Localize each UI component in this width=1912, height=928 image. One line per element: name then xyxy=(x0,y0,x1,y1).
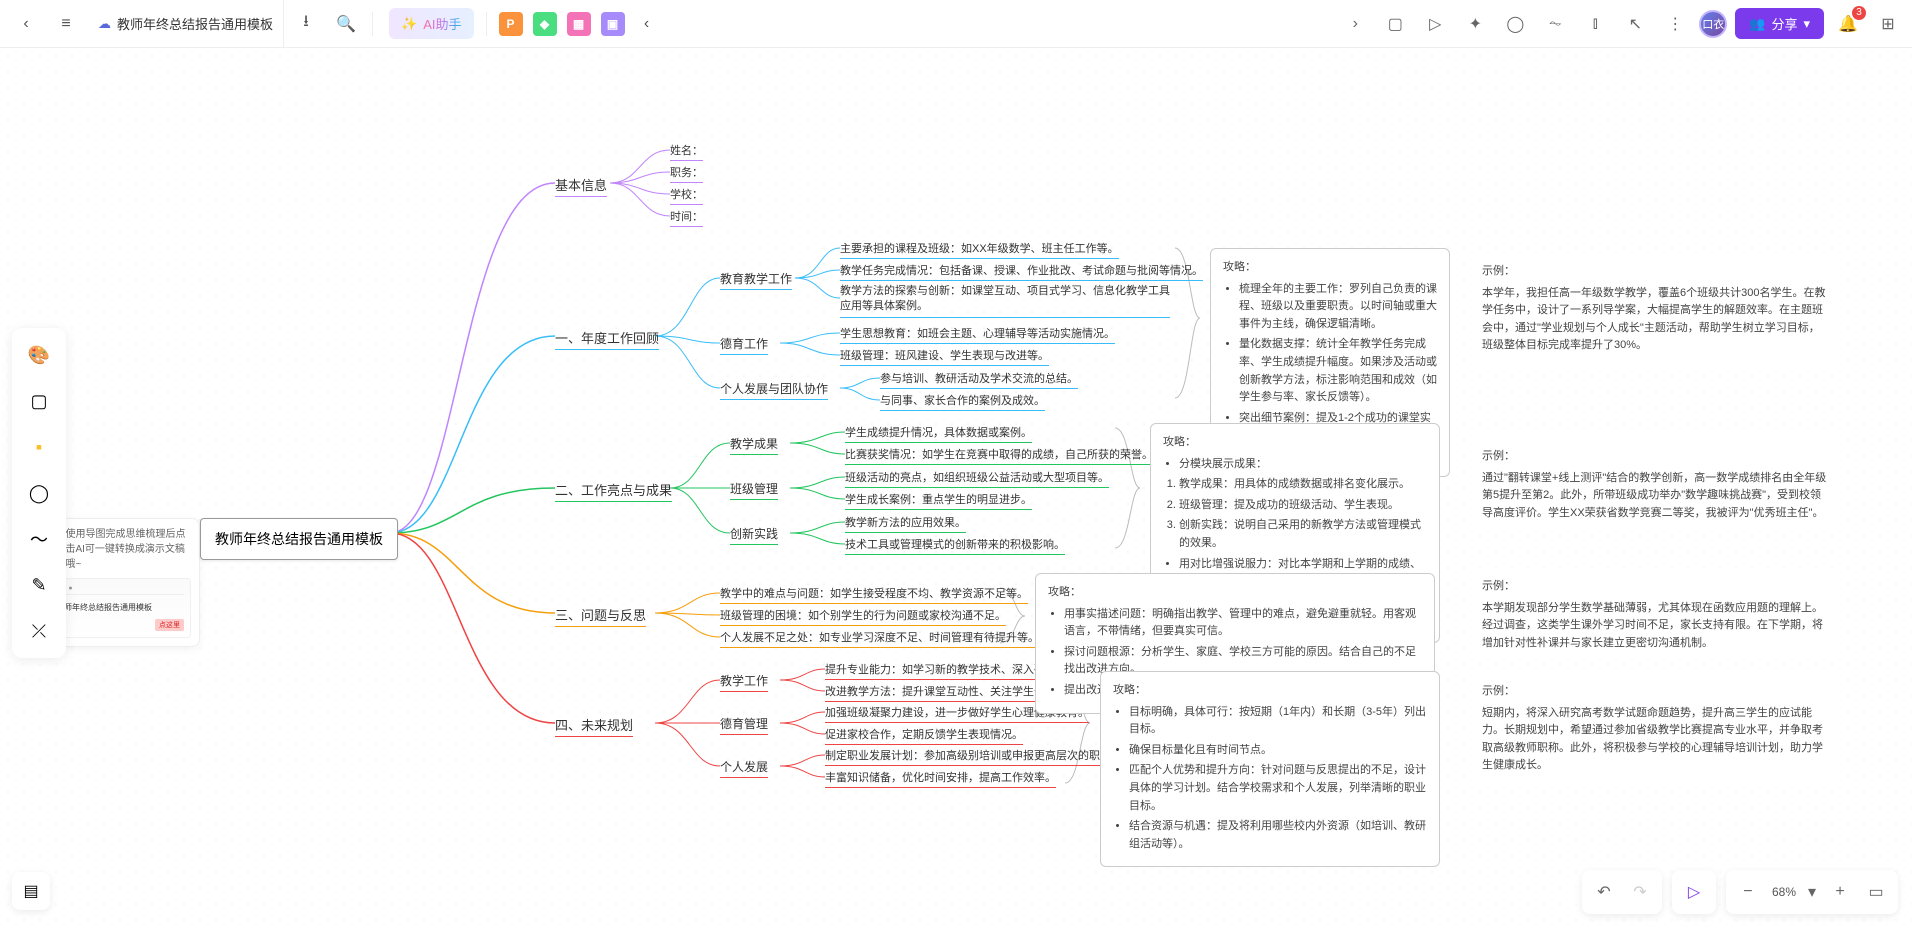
download-button[interactable]: ⭳ xyxy=(288,6,324,42)
notif-badge: 3 xyxy=(1852,6,1866,20)
sub-personal-dev[interactable]: 个人发展与团队协作 xyxy=(720,380,828,400)
leaf[interactable]: 班级管理的困境：如个别学生的行为问题或家校沟通不足。 xyxy=(720,607,1006,626)
sub-self-dev[interactable]: 个人发展 xyxy=(720,758,768,778)
note-example-4[interactable]: 示例： 短期内，将深入研究高考数学试题命题趋势，提升高三学生的应试能力。长期规划… xyxy=(1470,673,1840,785)
leaf[interactable]: 制定职业发展计划：参加高级别培训或申报更高层次的职称。 xyxy=(825,747,1122,766)
leaf[interactable]: 职务： xyxy=(670,164,703,183)
line-icon[interactable]: ⏦ xyxy=(1539,8,1571,40)
chevron-down-icon: ▾ xyxy=(1803,16,1810,32)
ai-assistant-button[interactable]: ✨ AI助手 xyxy=(389,8,473,39)
leaf[interactable]: 比赛获奖情况：如学生在竞赛中取得的成绩，自己所获的荣誉。 xyxy=(845,446,1153,465)
pen-tool-icon[interactable]: 〜 xyxy=(20,520,58,558)
leaf[interactable]: 促进家校合作，定期反馈学生表现情况。 xyxy=(825,726,1023,745)
branch-future[interactable]: 四、未来规划 xyxy=(555,715,633,737)
redo-button[interactable]: ↷ xyxy=(1622,874,1658,910)
zoom-level[interactable]: 68% xyxy=(1766,885,1802,899)
zoom-out-button[interactable]: − xyxy=(1730,874,1766,910)
zoom-in-button[interactable]: + xyxy=(1822,874,1858,910)
branch-basic-info[interactable]: 基本信息 xyxy=(555,175,607,197)
ai-tool-icon[interactable]: 🎨 xyxy=(20,336,58,374)
box-icon[interactable]: ▢ xyxy=(1379,8,1411,40)
branch-problems[interactable]: 三、问题与反思 xyxy=(555,605,646,627)
sparkle-icon: ✨ xyxy=(401,16,417,32)
back-button[interactable]: ‹ xyxy=(8,6,44,42)
leaf[interactable]: 姓名： xyxy=(670,142,703,161)
sub-teach-results[interactable]: 教学成果 xyxy=(730,435,778,455)
sticky-tool-icon[interactable]: ▪ xyxy=(20,428,58,466)
leaf[interactable]: 与同事、家长合作的案例及成效。 xyxy=(880,392,1045,411)
share-button[interactable]: 👥 分享 ▾ xyxy=(1735,8,1824,39)
connector-tool-icon[interactable]: ⤫ xyxy=(20,612,58,650)
sub-innovation[interactable]: 创新实践 xyxy=(730,525,778,545)
chart-icon[interactable]: ⫾ xyxy=(1579,8,1611,40)
share-icon: 👥 xyxy=(1749,16,1765,32)
sub-class-mgmt[interactable]: 班级管理 xyxy=(730,480,778,500)
mindmap: 教师年终总结报告通用模板 基本信息 姓名： 职务： 学校： 时间： 一、年度工作… xyxy=(160,118,1900,928)
menu-button[interactable]: ≡ xyxy=(48,6,84,42)
search-button[interactable]: 🔍 xyxy=(328,6,364,42)
top-toolbar: ‹ ≡ ☁ 教师年终总结报告通用模板 ⭳ 🔍 ✨ AI助手 P ◆ ▦ ▣ ‹ … xyxy=(0,0,1912,48)
present-button[interactable]: ▷ xyxy=(1676,874,1712,910)
leaf[interactable]: 主要承担的课程及班级：如XX年级数学、班主任工作等。 xyxy=(840,240,1119,259)
spark-icon[interactable]: ✦ xyxy=(1459,8,1491,40)
title-text: 教师年终总结报告通用模板 xyxy=(117,14,273,33)
document-title[interactable]: ☁ 教师年终总结报告通用模板 xyxy=(88,0,284,47)
leaf[interactable]: 参与培训、教研活动及学术交流的总结。 xyxy=(880,370,1078,389)
branch-highlights[interactable]: 二、工作亮点与成果 xyxy=(555,480,672,502)
note-strategy-4[interactable]: 攻略： 目标明确，具体可行：按短期（1年内）和长期（3-5年）列出目标。确保目标… xyxy=(1100,671,1440,867)
shape-tool-icon[interactable]: ◯ xyxy=(20,474,58,512)
note-example-1[interactable]: 示例： 本学年，我担任高一年级数学教学，覆盖6个班级共计300名学生。在教学任务… xyxy=(1470,253,1840,365)
app-icon-3[interactable]: ▦ xyxy=(567,12,591,36)
brush-tool-icon[interactable]: ✎ xyxy=(20,566,58,604)
root-node[interactable]: 教师年终总结报告通用模板 xyxy=(200,518,398,560)
leaf[interactable]: 学生思想教育：如班会主题、心理辅导等活动实施情况。 xyxy=(840,325,1115,344)
sub-moral[interactable]: 德育工作 xyxy=(720,335,768,355)
leaf[interactable]: 技术工具或管理模式的创新带来的积极影响。 xyxy=(845,536,1065,555)
leaf[interactable]: 时间： xyxy=(670,208,703,227)
leaf[interactable]: 学生成长案例：重点学生的明显进步。 xyxy=(845,491,1032,510)
left-toolbar: 🎨 ▢ ▪ ◯ 〜 ✎ ⤫ xyxy=(12,328,66,658)
play-icon[interactable]: ▷ xyxy=(1419,8,1451,40)
leaf[interactable]: 学生成绩提升情况，具体数据或案例。 xyxy=(845,424,1032,443)
leaf[interactable]: 教学中的难点与问题：如学生接受程度不均、教学资源不足等。 xyxy=(720,585,1028,604)
fit-button[interactable]: ▭ xyxy=(1858,874,1894,910)
settings-icon[interactable]: ⊞ xyxy=(1872,8,1904,40)
leaf[interactable]: 班级活动的亮点，如组织班级公益活动或大型项目等。 xyxy=(845,469,1109,488)
ai-label: AI助手 xyxy=(423,14,461,33)
leaf[interactable]: 丰富知识储备，优化时间安排，提高工作效率。 xyxy=(825,769,1056,788)
app-icon-2[interactable]: ◆ xyxy=(533,12,557,36)
sub-teach-work[interactable]: 教学工作 xyxy=(720,672,768,692)
note-example-3[interactable]: 示例： 本学期发现部分学生数学基础薄弱，尤其体现在函数应用题的理解上。经过调查，… xyxy=(1470,568,1840,662)
avatar[interactable]: 口衣 xyxy=(1699,10,1727,38)
leaf[interactable]: 教学方法的探索与创新：如课堂互动、项目式学习、信息化教学工具应用等具体案例。 xyxy=(840,284,1170,318)
notification-button[interactable]: 🔔3 xyxy=(1832,8,1864,40)
bottom-toolbar: ↶ ↷ ▷ − 68% ▾ + ▭ xyxy=(1582,870,1898,914)
branch-annual-review[interactable]: 一、年度工作回顾 xyxy=(555,328,659,350)
collapse-button[interactable]: ‹ xyxy=(629,6,665,42)
canvas[interactable]: 🎨 ▢ ▪ ◯ 〜 ✎ ⤫ ▤ ↶ ↷ ▷ − 68% ▾ + ▭ 👆使用导图完… xyxy=(0,48,1912,928)
note-example-2[interactable]: 示例： 通过"翻转课堂+线上测评"结合的教学创新，高一数学成绩排名由全年级第5提… xyxy=(1470,438,1840,532)
app-icon-4[interactable]: ▣ xyxy=(601,12,625,36)
app-icon-1[interactable]: P xyxy=(499,12,523,36)
sub-moral-mgmt[interactable]: 德育管理 xyxy=(720,715,768,735)
leaf[interactable]: 教学新方法的应用效果。 xyxy=(845,514,966,533)
leaf[interactable]: 教学任务完成情况：包括备课、授课、作业批改、考试命题与批阅等情况。 xyxy=(840,262,1203,281)
leaf[interactable]: 班级管理：班风建设、学生表现与改进等。 xyxy=(840,347,1049,366)
expand-icon[interactable]: › xyxy=(1339,8,1371,40)
circle-icon[interactable]: ◯ xyxy=(1499,8,1531,40)
undo-button[interactable]: ↶ xyxy=(1586,874,1622,910)
more-icon[interactable]: ⋮ xyxy=(1659,8,1691,40)
zoom-menu-button[interactable]: ▾ xyxy=(1802,874,1822,910)
frame-tool-icon[interactable]: ▢ xyxy=(20,382,58,420)
panel-toggle-button[interactable]: ▤ xyxy=(12,872,50,910)
leaf[interactable]: 学校： xyxy=(670,186,703,205)
cursor-icon[interactable]: ↖ xyxy=(1619,8,1651,40)
sub-teaching[interactable]: 教育教学工作 xyxy=(720,270,792,290)
cloud-icon: ☁ xyxy=(98,16,111,32)
leaf[interactable]: 个人发展不足之处：如专业学习深度不足、时间管理有待提升等。 xyxy=(720,629,1039,648)
